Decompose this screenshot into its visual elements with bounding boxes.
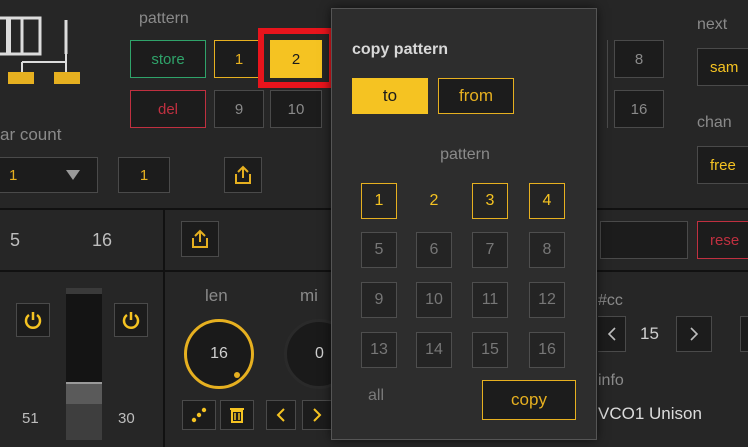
fader-fill [66, 404, 102, 440]
len-value: 16 [210, 345, 228, 362]
pattern-slot-8[interactable]: 8 [614, 40, 664, 78]
pattern-slot-1[interactable]: 1 [214, 40, 264, 78]
bar-count-field[interactable]: 1 [118, 157, 170, 193]
slider-right-value: 30 [118, 410, 135, 427]
pattern-cell[interactable]: 14 [416, 332, 452, 368]
fader-handle[interactable] [66, 382, 102, 404]
pattern-cell[interactable]: 2 [416, 183, 452, 219]
pattern-slot-2[interactable]: 2 [270, 40, 322, 78]
info-label: info [598, 372, 624, 389]
pattern-cell[interactable]: 9 [361, 282, 397, 318]
chevron-right-icon [689, 326, 699, 342]
pattern-slot-10[interactable]: 10 [270, 90, 322, 128]
slider-left-value: 51 [22, 410, 39, 427]
export-button-2[interactable] [181, 221, 219, 257]
from-button[interactable]: from [438, 78, 514, 114]
random-button[interactable] [182, 400, 216, 430]
del-button[interactable]: del [130, 90, 206, 128]
popup-pattern-label: pattern [440, 146, 490, 163]
slot-edge [598, 40, 608, 128]
cc-label: #cc [598, 292, 623, 309]
right-field[interactable] [600, 221, 688, 259]
bar-count-label: ar count [0, 125, 62, 144]
store-button[interactable]: store [130, 40, 206, 78]
to-button[interactable]: to [352, 78, 428, 114]
delete-button[interactable] [220, 400, 254, 430]
knob-indicator-dot [234, 372, 240, 378]
range-start: 5 [10, 230, 21, 250]
chevron-down-icon [65, 168, 81, 182]
pattern-cell[interactable]: 8 [529, 232, 565, 268]
copy-pattern-popup: copy pattern to from pattern 1 2 3 4 5 6… [331, 8, 597, 440]
pattern-slot-9[interactable]: 9 [214, 90, 264, 128]
chevron-right-icon [311, 407, 323, 423]
len-label: len [205, 286, 228, 305]
pattern-cell[interactable]: 10 [416, 282, 452, 318]
bar-count-dropdown-value: 1 [9, 166, 18, 184]
pattern-cell[interactable]: 5 [361, 232, 397, 268]
export-button[interactable] [224, 157, 262, 193]
chevron-left-icon [275, 407, 287, 423]
pattern-cell[interactable]: 7 [472, 232, 508, 268]
chan-dropdown[interactable]: free [697, 146, 748, 184]
chevron-left-icon [607, 326, 617, 342]
cc-extra[interactable] [740, 316, 748, 352]
popup-title: copy pattern [352, 41, 449, 58]
min-value: 0 [315, 345, 324, 362]
min-label: mi [300, 286, 318, 305]
pattern-cell[interactable]: 16 [529, 332, 565, 368]
divider [163, 208, 165, 447]
pattern-cell[interactable]: 13 [361, 332, 397, 368]
trash-icon [228, 406, 246, 424]
power-icon [121, 310, 141, 330]
bar-count-dropdown[interactable]: 1 [0, 157, 98, 193]
range-end: 16 [92, 230, 113, 250]
export-icon [189, 228, 211, 250]
next-button[interactable] [302, 400, 332, 430]
cc-value: 15 [640, 324, 659, 343]
pattern-slot-16[interactable]: 16 [614, 90, 664, 128]
power-icon [23, 310, 43, 330]
pattern-title: pattern [139, 10, 189, 27]
pattern-cell[interactable]: 6 [416, 232, 452, 268]
cc-increment[interactable] [676, 316, 712, 352]
pattern-cell[interactable]: 15 [472, 332, 508, 368]
len-knob[interactable]: 16 [184, 319, 254, 389]
all-button[interactable]: all [368, 387, 384, 405]
pattern-cell[interactable]: 3 [472, 183, 508, 219]
dice-icon [190, 406, 208, 424]
pattern-cell[interactable]: 4 [529, 183, 565, 219]
fader-cap-top [66, 288, 102, 294]
chan-label: chan [697, 114, 732, 131]
pattern-cell[interactable]: 12 [529, 282, 565, 318]
power-toggle-left[interactable] [16, 303, 50, 337]
reset-button[interactable]: rese [697, 221, 748, 259]
export-icon [232, 164, 254, 186]
device-logo-icon [0, 10, 90, 98]
next-dropdown[interactable]: sam [697, 48, 748, 86]
power-toggle-right[interactable] [114, 303, 148, 337]
next-label: next [697, 16, 728, 33]
pattern-cell[interactable]: 1 [361, 183, 397, 219]
copy-button[interactable]: copy [482, 380, 576, 420]
prev-button[interactable] [266, 400, 296, 430]
cc-decrement[interactable] [598, 316, 626, 352]
info-value: VCO1 Unison [598, 404, 702, 423]
pattern-cell[interactable]: 11 [472, 282, 508, 318]
